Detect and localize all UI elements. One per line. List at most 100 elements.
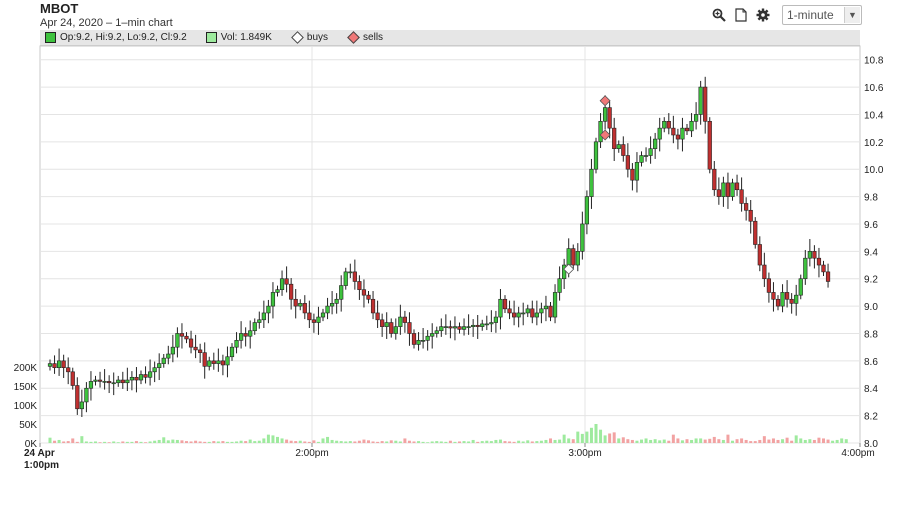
candle-down (771, 292, 776, 300)
candle-down (712, 168, 717, 191)
volume-bar (257, 440, 261, 443)
volume-bar (212, 441, 216, 443)
candle-down (630, 168, 635, 181)
volume-bar (831, 440, 835, 443)
volume-bar (298, 440, 302, 443)
price-chart[interactable]: 10.8 10.6 10.4 10.2 10.0 9.8 9.6 9.4 9.2 9.0 8.8 8.… (0, 0, 902, 515)
candle-up (207, 360, 212, 367)
volume-bar (116, 442, 120, 443)
candle-down (143, 374, 148, 378)
volume-bar (353, 441, 357, 443)
volume-bar (157, 439, 161, 443)
candle-up (79, 401, 84, 410)
volume-bar (658, 440, 662, 443)
volume-bar (107, 442, 111, 443)
volume-bar (71, 438, 75, 443)
volume-bar (580, 433, 584, 443)
volume-bar (726, 434, 730, 443)
candle-up (229, 346, 235, 358)
candle-down (107, 381, 112, 384)
volume-bar (530, 441, 534, 443)
candle-up (393, 326, 398, 334)
candle-down (202, 352, 207, 367)
volume-bar (225, 441, 229, 443)
volume-bar (476, 441, 480, 443)
volume-bar (758, 439, 762, 443)
candle-up (484, 323, 489, 326)
volume-bar (48, 437, 52, 443)
candle-down (97, 379, 103, 382)
volume-bar (444, 441, 448, 443)
volume-bar (776, 439, 780, 443)
time-tick-label: 4:00pm (841, 448, 874, 459)
candle-up (343, 271, 348, 286)
candle-up (498, 298, 503, 318)
candle-up (461, 326, 467, 330)
volume-bar (139, 441, 143, 443)
price-tick-label: 10.6 (864, 83, 884, 94)
candle-down (762, 264, 767, 280)
volume-bar (235, 441, 239, 443)
price-tick-label: 10.4 (864, 110, 884, 121)
candle-down (816, 257, 822, 266)
volume-bar (835, 439, 839, 443)
candle-up (794, 294, 799, 304)
candle-down (703, 86, 708, 122)
candle-up (129, 376, 135, 381)
candle-down (66, 367, 71, 373)
volume-bar (376, 441, 380, 443)
candle-up (416, 340, 421, 345)
volume-bar (57, 439, 61, 443)
volume-bar (130, 441, 134, 443)
candle-up (384, 322, 389, 327)
candle-down (734, 182, 740, 191)
volume-bar (148, 441, 152, 443)
candle-up (557, 278, 562, 293)
candle-up (434, 330, 439, 334)
candle-down (475, 324, 480, 327)
volume-bar (66, 441, 70, 443)
candle-up (398, 316, 403, 327)
volume-bar (753, 441, 757, 443)
volume-bar (494, 439, 498, 443)
candle-up (166, 353, 171, 359)
volume-bar (367, 440, 370, 443)
candle-up (653, 138, 658, 149)
candle-up (803, 257, 808, 280)
volume-bar (344, 441, 348, 443)
candle-up (298, 303, 303, 307)
volume-bar (162, 437, 166, 443)
volume-bar (517, 440, 521, 443)
candle-up (270, 292, 276, 307)
volume-bar (412, 441, 416, 443)
candle-up (452, 326, 458, 329)
candle-down (61, 360, 66, 369)
volume-bar (489, 441, 493, 443)
candle-down (366, 294, 371, 300)
volume-bar (535, 441, 539, 443)
candle-down (193, 346, 198, 351)
volume-bar (644, 438, 648, 443)
time-tick-label: 1:00pm (24, 460, 59, 471)
candle-down (293, 298, 298, 307)
volume-bar (294, 441, 298, 443)
price-tick-label: 8.2 (864, 412, 878, 423)
volume-bar (435, 441, 439, 443)
volume-bar (198, 441, 202, 443)
volume-bar (398, 441, 402, 443)
volume-bar (266, 434, 270, 443)
time-tick-label: 3:00pm (568, 448, 601, 459)
candle-up (798, 278, 803, 296)
volume-bar (803, 439, 807, 443)
volume-bar (708, 438, 712, 443)
volume-bar (808, 439, 812, 443)
volume-bar (667, 440, 671, 443)
candle-up (152, 367, 157, 373)
candle-down (307, 312, 312, 321)
volume-bar (194, 440, 198, 443)
volume-bar (453, 441, 457, 443)
candle-up (466, 326, 471, 328)
volume-bar (608, 433, 612, 443)
volume-bar (403, 438, 407, 443)
volume-tick-label: 50K (19, 420, 37, 431)
